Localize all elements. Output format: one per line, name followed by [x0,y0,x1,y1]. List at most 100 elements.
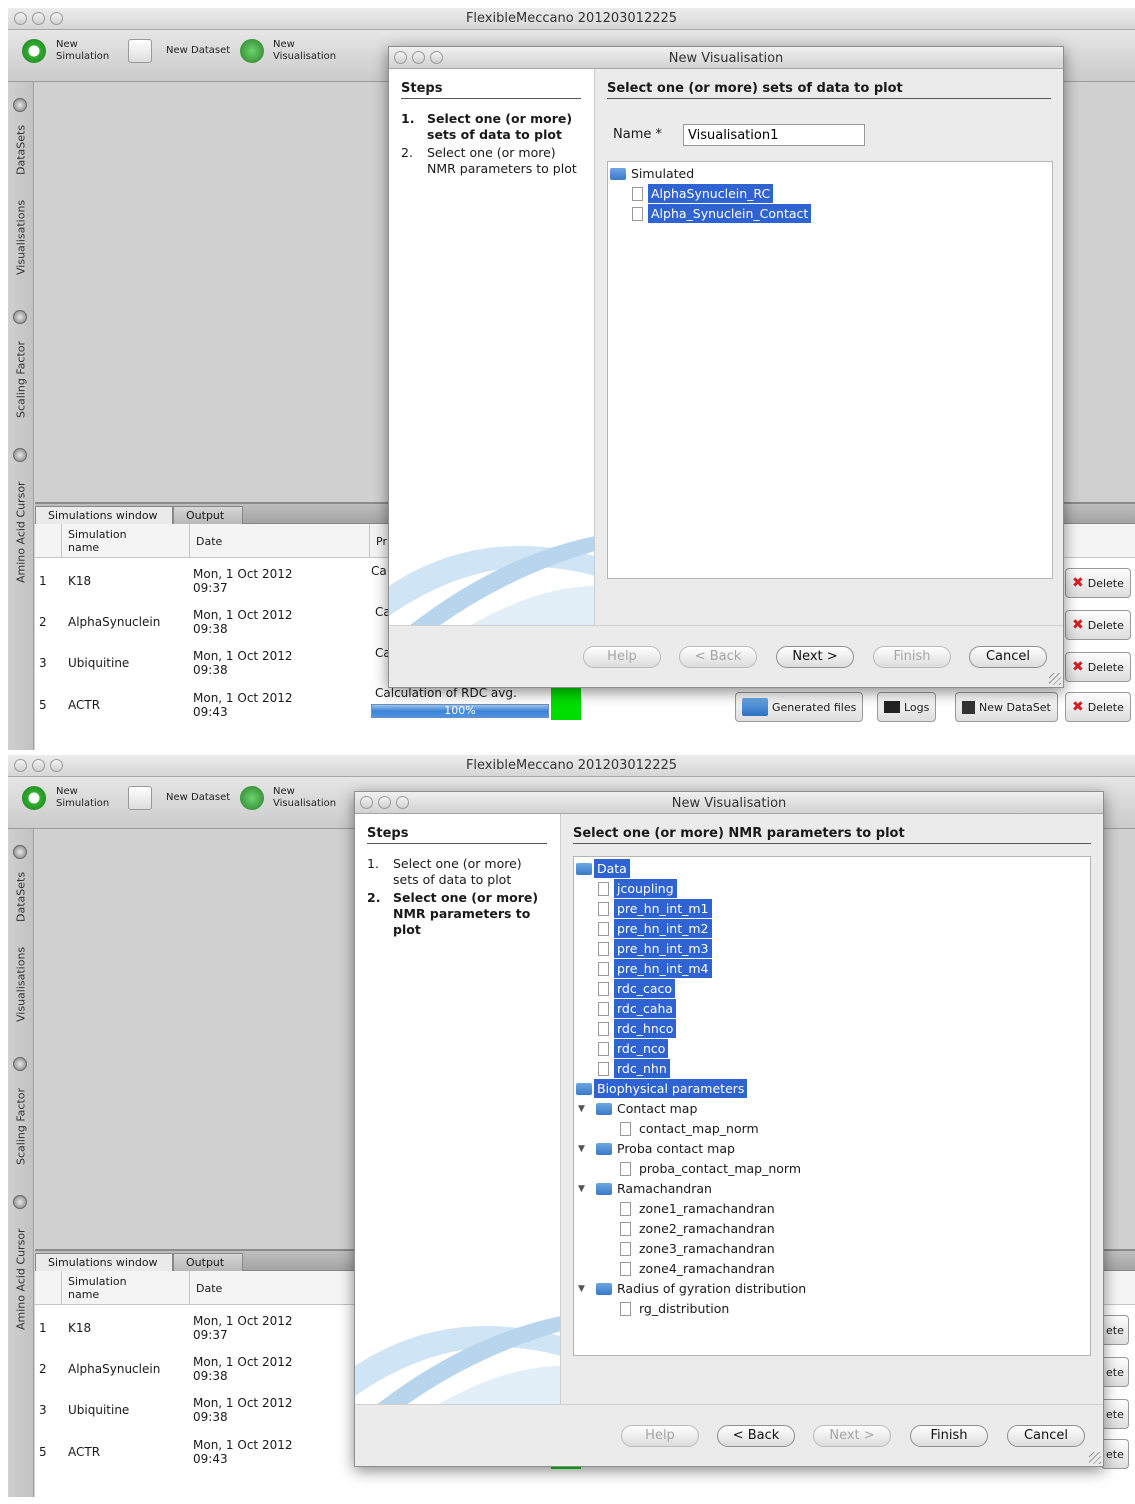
sidebar-tab-scaling-factor[interactable]: Scaling Factor [11,334,31,424]
tree-item[interactable]: pre_hn_int_m4 [598,959,712,978]
tree-item[interactable]: pre_hn_int_m1 [598,899,712,918]
new-visualisation-button[interactable]: New Visualisation [240,35,350,75]
help-button[interactable]: Help [621,1425,699,1447]
screenshot-step2: FlexibleMeccano 201203012225 New Simulat… [8,755,1135,1497]
delete-label: Delete [1087,660,1124,674]
tree-item[interactable]: zone1_ramachandran [620,1199,778,1218]
back-button[interactable]: < Back [679,646,757,668]
finish-button[interactable]: Finish [873,646,951,668]
tree-item[interactable]: rdc_nco [598,1039,669,1058]
file-icon [598,981,609,996]
visualisation-icon [240,786,264,810]
cancel-button[interactable]: Cancel [969,646,1047,668]
finish-button[interactable]: Finish [910,1425,988,1447]
collapse-icon[interactable] [13,1057,27,1071]
file-icon [598,1061,609,1076]
delete-button[interactable]: ✖ Delete [1065,692,1131,722]
back-button[interactable]: < Back [717,1425,795,1447]
tree-item[interactable]: rg_distribution [620,1299,732,1318]
expand-triangle-icon[interactable]: ▼ [578,1104,590,1114]
tree-folder[interactable]: Data [576,859,630,878]
delete-button[interactable]: ✖ Delete [1065,652,1131,682]
tree-item[interactable]: rdc_nhn [598,1059,670,1078]
resize-grip[interactable] [1089,1452,1101,1464]
expand-triangle-icon[interactable]: ▼ [578,1184,590,1194]
app-titlebar: FlexibleMeccano 201203012225 [8,755,1135,777]
sidebar-tab-datasets[interactable]: DataSets [11,120,31,180]
tab-output[interactable]: Output [173,506,243,524]
logs-button[interactable]: Logs [877,692,937,722]
tree-item[interactable]: pre_hn_int_m2 [598,919,712,938]
delete-button[interactable]: ete [1101,1357,1129,1387]
tree-item[interactable]: proba_contact_map_norm [620,1159,804,1178]
tab-simulations-window[interactable]: Simulations window [35,506,173,524]
tree-folder[interactable]: Simulated [610,164,697,183]
col-date[interactable]: Date [189,524,369,558]
resize-grip[interactable] [1049,673,1061,685]
delete-label: ete [1106,1407,1124,1421]
tab-simulations-window[interactable]: Simulations window [35,1253,173,1271]
delete-button[interactable]: ✖ Delete [1065,568,1131,598]
delete-button[interactable]: ete [1101,1315,1129,1345]
tree-item[interactable]: pre_hn_int_m3 [598,939,712,958]
content-panel: Select one (or more) NMR parameters to p… [561,814,1103,1406]
new-dataset-action-button[interactable]: New DataSet [955,692,1058,722]
tree-item[interactable]: rdc_caco [598,979,676,998]
expand-triangle-icon[interactable]: ▼ [578,1284,590,1294]
step-number: 2. [401,145,413,160]
tree-folder[interactable]: Biophysical parameters [576,1079,748,1098]
help-button[interactable]: Help [583,646,661,668]
expand-triangle-icon[interactable]: ▼ [578,1144,590,1154]
tree-item[interactable]: rdc_caha [598,999,677,1018]
tree-item[interactable]: jcoupling [598,879,677,898]
tree-group[interactable]: ▼ Proba contact map [578,1139,738,1158]
delete-button[interactable]: ete [1101,1439,1129,1469]
collapse-icon[interactable] [13,448,27,462]
tree-item[interactable]: contact_map_norm [620,1119,762,1138]
file-icon [632,186,643,201]
new-dataset-button[interactable]: New Dataset [128,782,238,822]
tab-output[interactable]: Output [173,1253,243,1271]
tree-item[interactable]: zone3_ramachandran [620,1239,778,1258]
col-simulation-name[interactable]: Simulation name [61,1271,189,1305]
tree-item[interactable]: rdc_hnco [598,1019,677,1038]
collapse-icon[interactable] [13,98,27,112]
tree-group[interactable]: ▼ Radius of gyration distribution [578,1279,809,1298]
generated-files-button[interactable]: Generated files [735,692,864,722]
name-input[interactable] [683,124,865,146]
collapse-icon[interactable] [13,310,27,324]
sidebar-tab-amino-acid-cursor[interactable]: Amino Acid Cursor [11,472,31,592]
sidebar-tab-visualisations[interactable]: Visualisations [11,192,31,282]
cancel-button[interactable]: Cancel [1007,1425,1085,1447]
delete-button[interactable]: ✖ Delete [1065,610,1131,640]
new-dataset-button[interactable]: New Dataset [128,35,238,75]
sidebar-tab-datasets[interactable]: DataSets [11,867,31,927]
new-simulation-button[interactable]: New Simulation [22,782,122,822]
file-icon [598,881,609,896]
tree-item-label: jcoupling [614,879,677,898]
sidebar-tab-amino-acid-cursor[interactable]: Amino Acid Cursor [11,1219,31,1339]
new-visualisation-button[interactable]: New Visualisation [240,782,350,822]
sidebar-tab-scaling-factor[interactable]: Scaling Factor [11,1081,31,1171]
tree-item[interactable]: Alpha_Synuclein_Contact [632,204,812,223]
collapse-icon[interactable] [13,845,27,859]
next-button[interactable]: Next > [776,646,854,668]
tree-item[interactable]: zone2_ramachandran [620,1219,778,1238]
col-date[interactable]: Date [189,1271,369,1305]
delete-button[interactable]: ete [1101,1399,1129,1429]
dialog-footer: Help < Back Next > Finish Cancel [355,1404,1103,1466]
collapse-icon[interactable] [13,1195,27,1209]
new-simulation-button[interactable]: New Simulation [22,35,122,75]
tree-group[interactable]: ▼ Ramachandran [578,1179,715,1198]
tree-item[interactable]: zone4_ramachandran [620,1259,778,1278]
row-number: 5 [39,1444,47,1459]
tree-folder-label: Biophysical parameters [594,1079,748,1098]
file-icon [620,1161,631,1176]
tree-item[interactable]: AlphaSynuclein_RC [632,184,774,203]
simulation-date: Mon, 1 Oct 2012 09:38 [193,1354,293,1383]
tree-group[interactable]: ▼ Contact map [578,1099,700,1118]
col-simulation-name[interactable]: Simulation name [61,524,189,558]
file-icon [598,921,609,936]
sidebar-tab-visualisations[interactable]: Visualisations [11,939,31,1029]
next-button[interactable]: Next > [813,1425,891,1447]
